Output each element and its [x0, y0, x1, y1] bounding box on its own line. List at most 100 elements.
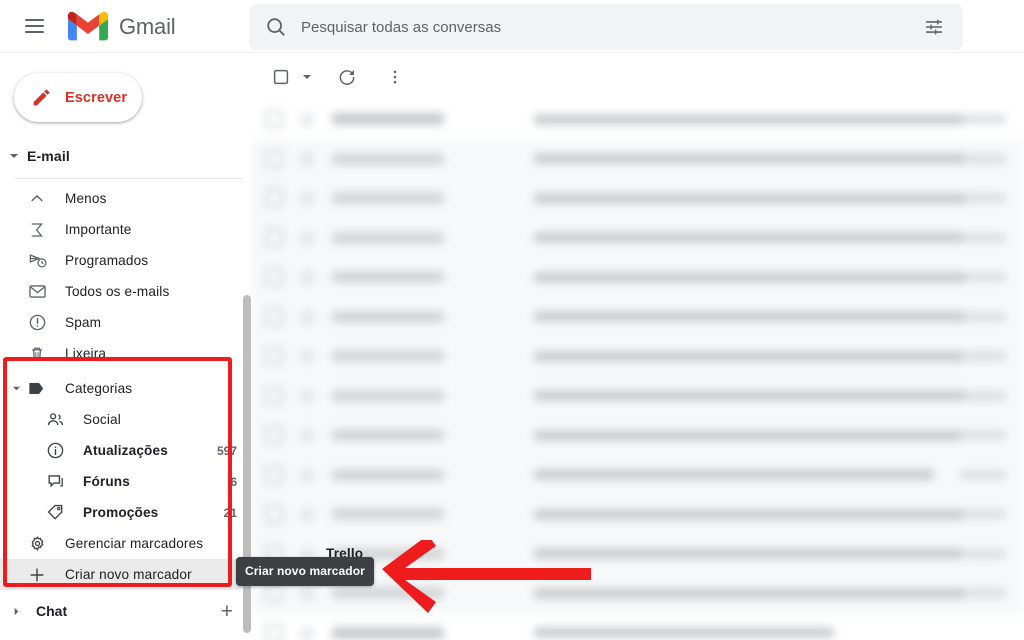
table-row[interactable] [251, 179, 1024, 219]
row-checkbox[interactable] [265, 110, 283, 129]
star-icon[interactable] [298, 466, 316, 484]
table-row[interactable] [251, 416, 1024, 456]
row-date [964, 509, 1006, 520]
row-checkbox[interactable] [265, 505, 283, 524]
sidebar-item-programados[interactable]: Programados [0, 245, 251, 276]
refresh-icon [339, 69, 355, 85]
tooltip-criar-novo-marcador: Criar novo marcador [236, 557, 374, 586]
row-sender [332, 113, 444, 126]
star-icon[interactable] [298, 624, 316, 640]
plus-icon [27, 565, 47, 585]
sidebar-label: Gerenciar marcadores [65, 536, 204, 551]
row-sender [332, 508, 444, 521]
table-row[interactable] [251, 139, 1024, 179]
star-icon[interactable] [298, 150, 316, 168]
sidebar-section-chat[interactable]: Chat + [0, 594, 251, 628]
star-icon[interactable] [298, 347, 316, 365]
row-date [964, 311, 1006, 322]
mail-list-toolbar [251, 53, 1024, 100]
select-all-checkbox[interactable] [264, 60, 298, 94]
more-vertical-icon [393, 70, 397, 83]
row-checkbox[interactable] [265, 623, 283, 640]
sidebar-item-foruns[interactable]: Fóruns 6 [0, 466, 251, 497]
row-date [965, 272, 1006, 283]
search-bar[interactable] [249, 4, 963, 50]
search-input[interactable] [301, 18, 923, 36]
row-subject [534, 350, 964, 362]
hamburger-menu-icon[interactable] [14, 6, 54, 46]
row-checkbox[interactable] [265, 465, 283, 484]
sidebar-count: 597 [216, 443, 237, 458]
row-checkbox[interactable] [265, 386, 283, 405]
sidebar-item-gerenciar-marcadores[interactable]: Gerenciar marcadores [0, 528, 251, 559]
star-icon[interactable] [298, 110, 316, 128]
caret-down-icon [12, 384, 22, 393]
table-row[interactable] [251, 495, 1024, 535]
forums-chat-icon [45, 472, 65, 492]
row-date [963, 232, 1006, 243]
star-icon[interactable] [298, 268, 316, 286]
checkbox-icon [273, 69, 289, 84]
sidebar-item-criar-novo-marcador[interactable]: Criar novo marcador [0, 559, 251, 590]
table-row[interactable] [251, 297, 1024, 337]
search-icon [267, 18, 285, 36]
sidebar-item-lixeira[interactable]: Lixeira [0, 338, 251, 369]
search-options-icon[interactable] [923, 16, 945, 38]
sidebar-label: Importante [65, 222, 132, 237]
table-row[interactable] [251, 337, 1024, 377]
refresh-button[interactable] [330, 60, 364, 94]
row-subject [534, 627, 834, 639]
plus-icon[interactable]: + [221, 601, 233, 622]
row-subject [534, 587, 966, 599]
gear-icon [27, 534, 47, 554]
star-icon[interactable] [298, 308, 316, 326]
label-tag-icon [27, 379, 47, 399]
table-row[interactable] [251, 613, 1024, 640]
select-all-dropdown[interactable] [298, 60, 316, 94]
pencil-icon [33, 89, 50, 106]
star-icon[interactable] [298, 426, 316, 444]
row-checkbox[interactable] [265, 347, 283, 366]
row-checkbox[interactable] [265, 149, 283, 168]
row-checkbox[interactable] [265, 189, 283, 208]
row-checkbox[interactable] [265, 426, 283, 445]
row-subject [534, 192, 966, 204]
star-icon[interactable] [298, 505, 316, 523]
email-section-header[interactable]: E-mail [0, 140, 251, 172]
row-subject [534, 548, 963, 560]
sidebar-item-importante[interactable]: Importante [0, 214, 251, 245]
row-date [965, 390, 1006, 401]
row-sender [332, 271, 444, 284]
star-icon[interactable] [298, 189, 316, 207]
row-sender [332, 468, 444, 481]
row-checkbox[interactable] [265, 307, 283, 326]
table-row[interactable] [251, 258, 1024, 298]
compose-button[interactable]: Escrever [14, 73, 142, 122]
row-checkbox[interactable] [265, 228, 283, 247]
sidebar-item-menos[interactable]: Menos [0, 183, 251, 214]
row-subject [534, 153, 967, 165]
gmail-app-window: Gmail Escrever E-m [0, 0, 1024, 640]
table-row[interactable] [251, 218, 1024, 258]
gmail-brand[interactable]: Gmail [68, 11, 176, 41]
sidebar-item-social[interactable]: Social [0, 404, 251, 435]
star-icon[interactable] [298, 584, 316, 602]
table-row[interactable] [251, 376, 1024, 416]
sidebar-item-promocoes[interactable]: Promoções 21 [0, 497, 251, 528]
row-checkbox[interactable] [265, 268, 283, 287]
social-people-icon [45, 410, 65, 430]
table-row[interactable] [251, 100, 1024, 140]
row-subject [534, 232, 964, 244]
sidebar-item-atualizacoes[interactable]: Atualizações 597 [0, 435, 251, 466]
table-row[interactable] [251, 455, 1024, 495]
sidebar-item-todos-os-emails[interactable]: Todos os e-mails [0, 276, 251, 307]
star-icon[interactable] [298, 387, 316, 405]
sidebar-item-categorias[interactable]: Categorias [0, 373, 251, 404]
row-sender [332, 310, 444, 323]
row-checkbox[interactable] [265, 584, 283, 603]
more-options-button[interactable] [378, 60, 412, 94]
sidebar-item-spam[interactable]: Spam [0, 307, 251, 338]
star-icon[interactable] [298, 229, 316, 247]
row-subject [534, 390, 966, 402]
updates-info-icon [45, 441, 65, 461]
